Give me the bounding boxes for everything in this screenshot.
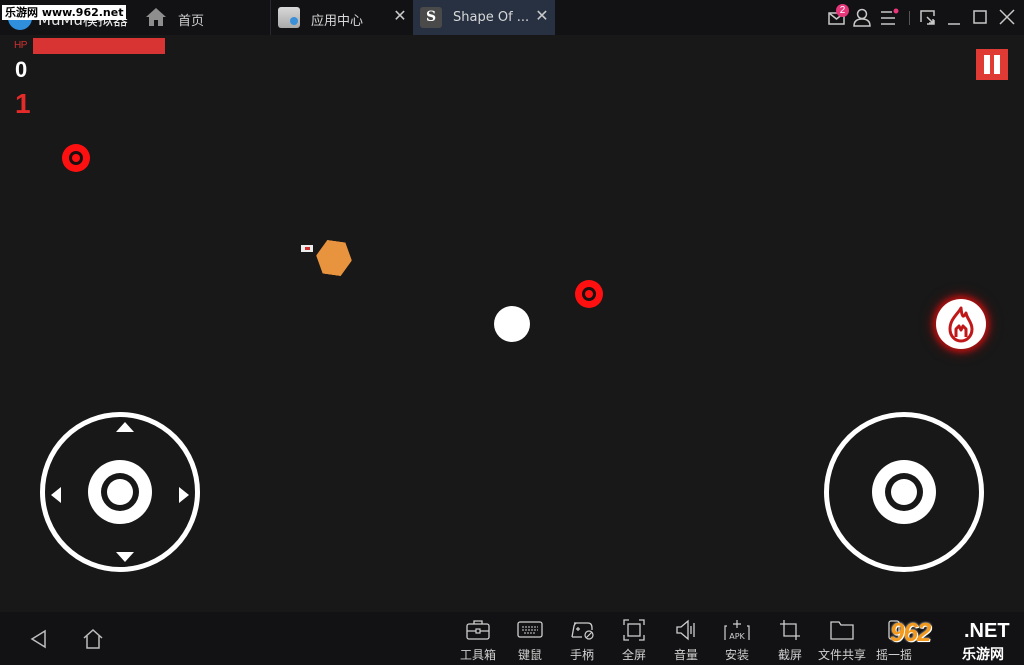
home-tab-label[interactable]: 首页 (178, 10, 204, 29)
toolbox-button[interactable]: 工具箱 (452, 618, 504, 664)
keyboard-icon (517, 621, 543, 638)
flame-icon (948, 306, 974, 343)
tab-shape-of[interactable]: S Shape Of ... ✕ (413, 0, 555, 35)
arrow-left-icon (51, 487, 61, 503)
watermark-logo: 962 .NET 乐游网 (884, 614, 1024, 665)
fullscreen-button[interactable]: 全屏 (608, 618, 660, 664)
watermark-label: 乐游网 www.962.net (2, 5, 127, 20)
move-joystick[interactable] (40, 412, 200, 572)
score-value: 0 (15, 57, 28, 82)
hp-bar (33, 38, 165, 54)
screenshot-button[interactable]: 截屏 (764, 618, 816, 664)
keyboard-button[interactable]: 键鼠 (504, 618, 556, 664)
player-circle (494, 306, 530, 342)
toolbox-icon (466, 620, 490, 640)
crop-screenshot-icon (780, 620, 800, 640)
app-center-icon (278, 7, 300, 28)
joystick-knob[interactable] (872, 460, 936, 524)
minimize-icon[interactable] (943, 7, 965, 27)
level-value: 1 (15, 88, 31, 119)
toolbar-separator (909, 11, 910, 25)
tab-label: 应用中心 (311, 14, 364, 29)
arrow-up-icon (116, 422, 134, 432)
restore-window-icon[interactable] (917, 7, 939, 27)
tool-label: 工具箱 (459, 648, 496, 662)
close-tab-icon[interactable]: ✕ (533, 8, 551, 26)
arrow-right-icon (179, 487, 189, 503)
tool-label: 音量 (673, 648, 698, 662)
enemy-health-tag (301, 245, 313, 252)
arrow-down-icon (116, 552, 134, 562)
volume-button[interactable]: 音量 (660, 618, 712, 664)
tool-label: 全屏 (621, 648, 646, 662)
watermark-number: 962 (890, 617, 931, 647)
file-share-button[interactable]: 文件共享 (816, 618, 868, 664)
red-target-enemy (575, 280, 603, 308)
pause-button[interactable] (976, 49, 1008, 80)
bottom-toolbar: 工具箱 键鼠 手柄 全屏 音量 APK 安装 截屏 文件共享 摇一摇 (0, 612, 1024, 665)
gamepad-icon (571, 622, 594, 640)
tool-label: 安装 (724, 648, 749, 662)
home-tab-icon[interactable] (145, 7, 167, 27)
install-apk-button[interactable]: APK 安装 (711, 618, 763, 664)
tool-label: 截屏 (777, 648, 802, 662)
watermark-suffix: .NET (964, 620, 1010, 642)
menu-icon[interactable] (878, 7, 900, 27)
back-icon[interactable] (28, 628, 50, 650)
maximize-icon[interactable] (969, 7, 991, 27)
home-icon[interactable] (82, 628, 104, 650)
emulator-window: MuMu模拟器 乐游网 www.962.net 首页 应用中心 ✕ S Shap… (0, 0, 1024, 665)
install-apk-icon: APK (724, 620, 750, 641)
game-s-icon: S (420, 7, 442, 28)
title-bar: MuMu模拟器 乐游网 www.962.net 首页 应用中心 ✕ S Shap… (0, 0, 1024, 35)
close-tab-icon[interactable]: ✕ (391, 8, 409, 26)
user-icon[interactable] (851, 7, 873, 27)
folder-icon (830, 621, 854, 640)
fullscreen-icon (623, 619, 645, 641)
tab-app-center[interactable]: 应用中心 ✕ (271, 0, 413, 35)
hp-bar-fill (33, 38, 165, 54)
mail-badge: 2 (836, 4, 849, 17)
watermark-cn: 乐游网 (962, 647, 1004, 663)
close-icon[interactable] (996, 7, 1018, 27)
gamepad-button[interactable]: 手柄 (556, 618, 608, 664)
fire-button[interactable] (936, 299, 986, 349)
tool-label: 键鼠 (517, 648, 542, 662)
svg-text:APK: APK (729, 632, 745, 641)
tool-label: 手柄 (569, 648, 594, 662)
red-target-enemy (62, 144, 90, 172)
aim-joystick[interactable] (824, 412, 984, 572)
hp-label: HP (14, 40, 27, 51)
orange-hexagon-enemy (314, 239, 354, 278)
tab-label: Shape Of ... (453, 10, 530, 25)
tool-label: 文件共享 (817, 648, 866, 662)
volume-icon (676, 619, 695, 641)
joystick-knob[interactable] (88, 460, 152, 524)
